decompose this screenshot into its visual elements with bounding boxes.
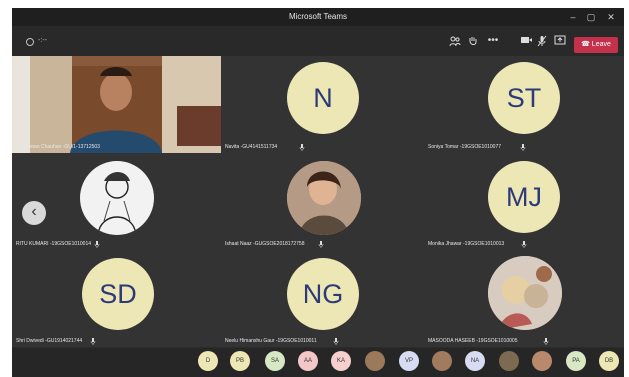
- avatar: ST: [488, 62, 560, 134]
- profile-photo: [80, 161, 154, 235]
- recording-dot-icon: [26, 38, 34, 46]
- participant-strip: D PB SA AA KA VP NA PA DB: [12, 348, 624, 377]
- mic-off-icon[interactable]: [535, 35, 549, 47]
- participant-name: Neelu Himanshu Gaur -19GSOE1010011: [225, 338, 317, 344]
- leave-label: Leave: [591, 41, 611, 48]
- meeting-timer: -:--: [38, 37, 47, 44]
- participant-tile[interactable]: MASOODA HASEEB -19GSOE1010005: [424, 250, 624, 347]
- more-options-button[interactable]: •••: [484, 35, 502, 47]
- profile-photo: [287, 161, 361, 235]
- phone-icon: ☎: [581, 41, 592, 48]
- participant-photo-avatar[interactable]: [499, 351, 519, 371]
- participant-name: Ishaat Naaz -GUGSOE2018172758: [225, 241, 305, 247]
- avatar: N: [287, 62, 359, 134]
- participant-avatar[interactable]: VP: [399, 351, 419, 371]
- raise-hand-icon[interactable]: [466, 35, 480, 47]
- participant-tile[interactable]: RITU KUMARI -19GSOE1010014: [12, 153, 221, 250]
- avatar: NG: [287, 258, 359, 330]
- maximize-button[interactable]: ▢: [584, 11, 598, 23]
- meeting-toolbar: -:-- ••• ☎ Leave: [12, 26, 624, 56]
- participant-avatar[interactable]: KA: [331, 351, 351, 371]
- participant-grid: Dr. Suman Chauhan -GU/1-13712503 N Navit…: [12, 56, 624, 347]
- participant-tile[interactable]: Ishaat Naaz -GUGSOE2018172758: [221, 153, 424, 250]
- mic-icon: [90, 338, 96, 345]
- video-feed: [12, 56, 221, 153]
- participant-name: Shri Dwivedi -GU1914021744: [16, 338, 83, 344]
- previous-page-button[interactable]: ‹: [22, 201, 46, 225]
- chevron-left-icon: ‹: [31, 203, 37, 220]
- mic-icon: [318, 241, 324, 248]
- profile-photo: [488, 256, 562, 330]
- participant-name: RITU KUMARI -19GSOE1010014: [16, 241, 92, 247]
- participant-name: Monika Jhawar -19GSOE1010013: [428, 241, 505, 247]
- participant-tile[interactable]: N Navita -GU4141511734: [221, 56, 424, 153]
- participant-tile[interactable]: ST Soniya Tomar -19GSOE1010077: [424, 56, 624, 153]
- camera-icon[interactable]: [519, 35, 533, 47]
- participant-avatar[interactable]: NA: [465, 351, 485, 371]
- avatar: SD: [82, 258, 154, 330]
- participant-avatar[interactable]: DB: [599, 351, 619, 371]
- mic-icon: [520, 144, 526, 151]
- mic-icon: [543, 338, 549, 345]
- participant-name: Navita -GU4141511734: [225, 144, 278, 150]
- avatar: MJ: [488, 161, 560, 233]
- people-icon[interactable]: [448, 35, 462, 47]
- participant-avatar[interactable]: SA: [265, 351, 285, 371]
- participant-tile[interactable]: Dr. Suman Chauhan -GU/1-13712503: [12, 56, 221, 153]
- mic-icon: [94, 241, 100, 248]
- participant-name: MASOODA HASEEB -19GSOE1010005: [428, 338, 518, 344]
- participant-name: Dr. Suman Chauhan -GU/1-13712503: [16, 144, 100, 150]
- participant-avatar[interactable]: PB: [230, 351, 250, 371]
- mic-icon: [521, 241, 527, 248]
- participant-tile[interactable]: NG Neelu Himanshu Gaur -19GSOE1010011: [221, 250, 424, 347]
- mic-icon: [299, 144, 305, 151]
- share-screen-icon[interactable]: [553, 35, 567, 47]
- minimize-button[interactable]: –: [566, 11, 580, 23]
- participant-tile[interactable]: SD Shri Dwivedi -GU1914021744: [12, 250, 221, 347]
- title-bar: Microsoft Teams – ▢ ✕: [12, 8, 624, 26]
- participant-tile[interactable]: MJ Monika Jhawar -19GSOE1010013: [424, 153, 624, 250]
- participant-photo-avatar[interactable]: [365, 351, 385, 371]
- close-window-button[interactable]: ✕: [604, 11, 618, 23]
- participant-photo-avatar[interactable]: [532, 351, 552, 371]
- mic-icon: [333, 338, 339, 345]
- participant-avatar[interactable]: D: [198, 351, 218, 371]
- teams-window: Microsoft Teams – ▢ ✕ -:-- ••• ☎ Leave D…: [12, 8, 624, 377]
- app-title: Microsoft Teams: [288, 12, 348, 21]
- participant-photo-avatar[interactable]: [432, 351, 452, 371]
- participant-avatar[interactable]: PA: [566, 351, 586, 371]
- leave-button[interactable]: ☎ Leave: [574, 37, 618, 53]
- participant-avatar[interactable]: AA: [298, 351, 318, 371]
- participant-name: Soniya Tomar -19GSOE1010077: [428, 144, 502, 150]
